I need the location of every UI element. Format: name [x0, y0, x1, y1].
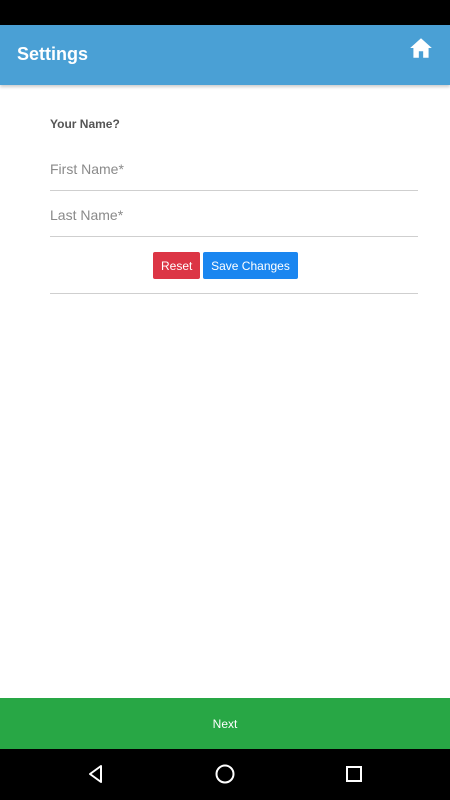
reset-button[interactable]: Reset [153, 252, 200, 279]
nav-recent-button[interactable] [342, 762, 366, 786]
home-icon [410, 38, 432, 58]
nav-back-button[interactable] [84, 762, 108, 786]
app-bar: Settings [0, 25, 450, 85]
section-label: Your Name? [50, 117, 120, 131]
system-nav-bar [0, 749, 450, 800]
first-name-input[interactable] [50, 147, 418, 190]
next-button[interactable]: Next [0, 698, 450, 749]
home-circle-icon [215, 764, 235, 784]
recent-apps-icon [346, 766, 362, 782]
nav-home-button[interactable] [213, 762, 237, 786]
last-name-field-wrapper [50, 193, 418, 237]
status-bar [0, 0, 450, 25]
last-name-input[interactable] [50, 193, 418, 236]
page-title: Settings [17, 44, 89, 64]
back-icon [89, 765, 102, 783]
button-row: Reset Save Changes [50, 237, 418, 294]
save-changes-button[interactable]: Save Changes [203, 252, 298, 279]
home-button[interactable] [408, 35, 434, 61]
first-name-field-wrapper [50, 147, 418, 191]
